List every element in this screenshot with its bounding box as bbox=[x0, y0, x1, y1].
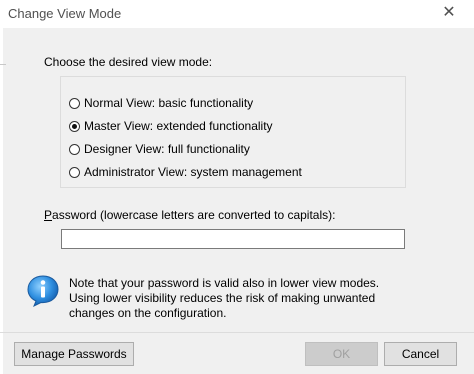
info-note: Note that your password is valid also in… bbox=[69, 276, 379, 321]
radio-normal-view[interactable]: Normal View: basic functionality bbox=[69, 95, 253, 111]
edge-tick bbox=[0, 64, 6, 65]
password-label: Password (lowercase letters are converte… bbox=[44, 208, 335, 222]
radio-administrator-view[interactable]: Administrator View: system management bbox=[69, 164, 302, 180]
radio-designer-view[interactable]: Designer View: full functionality bbox=[69, 141, 250, 157]
window-edge bbox=[0, 28, 3, 374]
button-separator bbox=[0, 332, 474, 333]
radio-label: Normal View: basic functionality bbox=[84, 96, 254, 110]
change-view-mode-dialog: Change View Mode ✕ Choose the desired vi… bbox=[0, 0, 474, 374]
radio-master-view[interactable]: Master View: extended functionality bbox=[69, 118, 273, 134]
password-label-text: assword (lowercase letters are converted… bbox=[52, 208, 336, 222]
title-bar: Change View Mode ✕ bbox=[0, 0, 474, 28]
radio-button[interactable] bbox=[69, 120, 80, 132]
close-icon[interactable]: ✕ bbox=[440, 4, 458, 22]
password-field[interactable] bbox=[61, 229, 405, 249]
radio-button[interactable] bbox=[69, 143, 80, 155]
note-line: Using lower visibility reduces the risk … bbox=[69, 291, 376, 305]
note-line: changes on the configuration. bbox=[69, 306, 227, 320]
radio-label: Administrator View: system management bbox=[84, 165, 302, 179]
ok-button[interactable]: OK bbox=[305, 342, 378, 366]
manage-passwords-button[interactable]: Manage Passwords bbox=[14, 342, 134, 366]
password-label-accelerator: P bbox=[44, 208, 53, 222]
cancel-button[interactable]: Cancel bbox=[384, 342, 457, 366]
radio-button[interactable] bbox=[69, 97, 80, 109]
radio-button[interactable] bbox=[69, 166, 80, 178]
note-line: Note that your password is valid also in… bbox=[69, 276, 380, 290]
view-mode-prompt: Choose the desired view mode: bbox=[44, 55, 213, 69]
info-icon bbox=[27, 275, 59, 308]
radio-label: Designer View: full functionality bbox=[84, 142, 250, 156]
window-title: Change View Mode bbox=[8, 6, 122, 21]
view-mode-group: Normal View: basic functionality Master … bbox=[60, 76, 406, 188]
radio-label: Master View: extended functionality bbox=[84, 119, 273, 133]
